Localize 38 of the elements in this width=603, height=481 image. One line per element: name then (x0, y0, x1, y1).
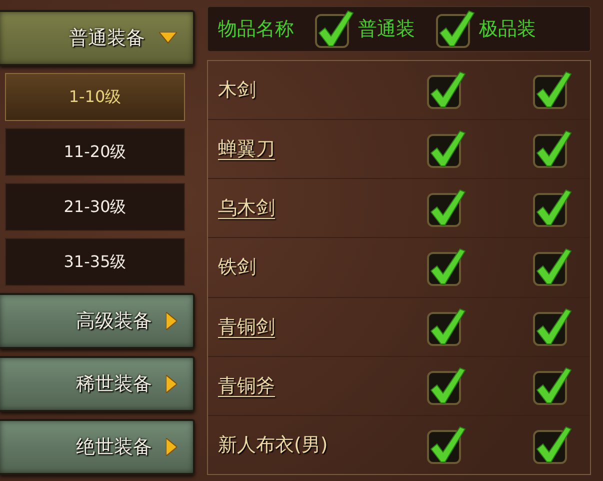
item-link[interactable]: 乌木剑 (218, 195, 426, 222)
normal-checkbox[interactable] (426, 188, 466, 228)
normal-checkbox[interactable] (426, 306, 466, 347)
filter-checkbox[interactable] (314, 9, 354, 49)
item-link[interactable]: 青铜剑 (218, 314, 426, 340)
caret-down-icon (159, 32, 177, 44)
caret-right-icon (166, 375, 177, 393)
normal-checkbox[interactable] (426, 366, 466, 406)
level-item[interactable]: 31-35级 (5, 238, 185, 286)
category-button[interactable]: 普通装备 (0, 10, 195, 66)
filter-label: 普通装 (358, 17, 415, 42)
premium-checkbox[interactable] (532, 70, 572, 110)
normal-checkbox[interactable] (426, 70, 466, 110)
filter-checkbox[interactable] (435, 9, 475, 49)
caret-right-icon (166, 312, 177, 330)
item-name: 铁剑 (218, 255, 257, 280)
premium-checkbox[interactable] (532, 366, 572, 406)
normal-checkbox[interactable] (426, 424, 466, 465)
item-link[interactable]: 青铜斧 (218, 372, 426, 399)
category-button[interactable]: 高级装备 (0, 293, 195, 349)
normal-checkbox[interactable] (426, 129, 466, 170)
filter-label: 极品装 (479, 17, 536, 42)
column-label: 物品名称 (218, 17, 294, 42)
category-button[interactable]: 绝世装备 (0, 419, 195, 475)
item-link[interactable]: 蝉翼刀 (218, 136, 426, 162)
premium-checkbox[interactable] (532, 129, 572, 170)
item-name: 新人布衣(男) (218, 432, 329, 458)
premium-checkbox[interactable] (532, 306, 572, 347)
caret-right-icon (166, 438, 177, 456)
normal-checkbox[interactable] (426, 247, 466, 288)
level-item[interactable]: 11-20级 (5, 128, 185, 176)
level-item[interactable]: 21-30级 (5, 183, 185, 231)
category-button[interactable]: 稀世装备 (0, 356, 195, 412)
premium-checkbox[interactable] (532, 247, 572, 288)
premium-checkbox[interactable] (532, 424, 572, 465)
item-name: 木剑 (218, 78, 257, 104)
level-item[interactable]: 1-10级 (5, 73, 185, 121)
premium-checkbox[interactable] (532, 188, 572, 228)
